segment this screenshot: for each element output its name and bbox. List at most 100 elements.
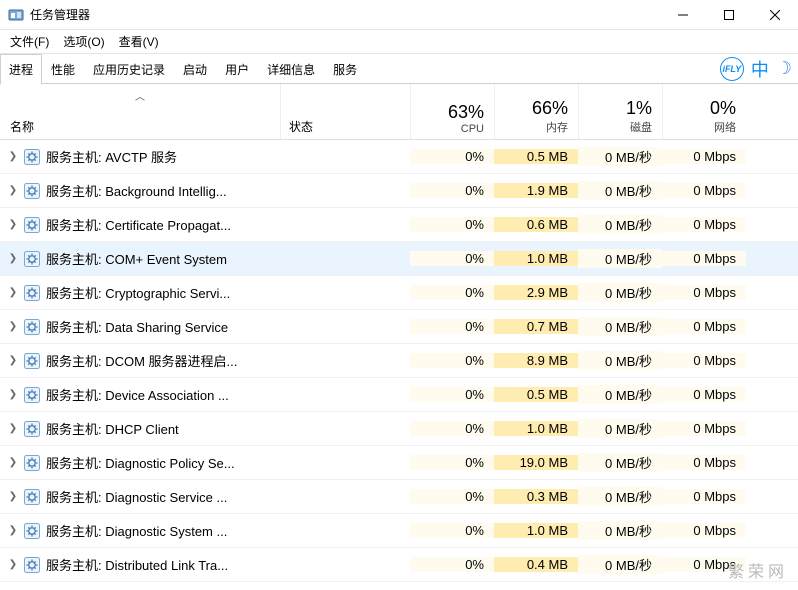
- header-name[interactable]: ︿ 名称: [0, 84, 280, 139]
- cell-net: 0 Mbps: [662, 217, 746, 232]
- service-host-icon: [24, 183, 40, 199]
- table-row[interactable]: ❯服务主机: COM+ Event System0%1.0 MB0 MB/秒0 …: [0, 242, 798, 276]
- expand-icon[interactable]: ❯: [6, 185, 20, 196]
- expand-icon[interactable]: ❯: [6, 457, 20, 468]
- header-net-label: 网络: [714, 119, 736, 135]
- table-row[interactable]: ❯服务主机: Distributed Link Tra...0%0.4 MB0 …: [0, 548, 798, 582]
- service-host-icon: [24, 149, 40, 165]
- tab-services[interactable]: 服务: [324, 54, 366, 84]
- expand-icon[interactable]: ❯: [6, 253, 20, 264]
- cell-cpu: 0%: [410, 149, 494, 164]
- service-host-icon: [24, 319, 40, 335]
- cell-mem: 2.9 MB: [494, 285, 578, 300]
- header-cpu[interactable]: 63% CPU: [410, 84, 494, 139]
- cell-net: 0 Mbps: [662, 251, 746, 266]
- menu-view[interactable]: 查看(V): [113, 31, 165, 52]
- cell-disk: 0 MB/秒: [578, 147, 662, 166]
- table-row[interactable]: ❯服务主机: Background Intellig...0%1.9 MB0 M…: [0, 174, 798, 208]
- ifly-badge[interactable]: iFLY: [720, 57, 744, 81]
- cell-cpu: 0%: [410, 489, 494, 504]
- cell-mem: 0.5 MB: [494, 149, 578, 164]
- tab-users[interactable]: 用户: [216, 54, 258, 84]
- ime-badge[interactable]: 中: [748, 57, 772, 81]
- cell-cpu: 0%: [410, 421, 494, 436]
- menu-options[interactable]: 选项(O): [57, 31, 110, 52]
- cell-net: 0 Mbps: [662, 285, 746, 300]
- header-mem-label: 内存: [546, 119, 568, 135]
- header-net-pct: 0%: [710, 98, 736, 119]
- expand-icon[interactable]: ❯: [6, 423, 20, 434]
- expand-icon[interactable]: ❯: [6, 355, 20, 366]
- cell-disk: 0 MB/秒: [578, 351, 662, 370]
- expand-icon[interactable]: ❯: [6, 287, 20, 298]
- expand-icon[interactable]: ❯: [6, 151, 20, 162]
- cell-cpu: 0%: [410, 319, 494, 334]
- expand-icon[interactable]: ❯: [6, 491, 20, 502]
- cell-mem: 0.3 MB: [494, 489, 578, 504]
- header-status-label: 状态: [289, 118, 313, 135]
- expand-icon[interactable]: ❯: [6, 321, 20, 332]
- table-row[interactable]: ❯服务主机: Diagnostic Policy Se...0%19.0 MB0…: [0, 446, 798, 480]
- tab-performance[interactable]: 性能: [42, 54, 84, 84]
- service-host-icon: [24, 387, 40, 403]
- table-row[interactable]: ❯服务主机: Certificate Propagat...0%0.6 MB0 …: [0, 208, 798, 242]
- cell-disk: 0 MB/秒: [578, 283, 662, 302]
- table-row[interactable]: ❯服务主机: DCOM 服务器进程启...0%8.9 MB0 MB/秒0 Mbp…: [0, 344, 798, 378]
- cell-net: 0 Mbps: [662, 387, 746, 402]
- cell-net: 0 Mbps: [662, 489, 746, 504]
- cell-disk: 0 MB/秒: [578, 419, 662, 438]
- process-list[interactable]: ❯服务主机: AVCTP 服务0%0.5 MB0 MB/秒0 Mbps❯服务主机…: [0, 140, 798, 590]
- expand-icon[interactable]: ❯: [6, 219, 20, 230]
- process-name: 服务主机: COM+ Event System: [46, 249, 227, 268]
- process-name: 服务主机: Data Sharing Service: [46, 317, 228, 336]
- cell-net: 0 Mbps: [662, 455, 746, 470]
- expand-icon[interactable]: ❯: [6, 559, 20, 570]
- cell-net: 0 Mbps: [662, 183, 746, 198]
- tab-apphistory[interactable]: 应用历史记录: [84, 54, 174, 84]
- header-mem[interactable]: 66% 内存: [494, 84, 578, 139]
- table-row[interactable]: ❯服务主机: Device Association ...0%0.5 MB0 M…: [0, 378, 798, 412]
- titlebar: 任务管理器: [0, 0, 798, 30]
- process-name: 服务主机: Device Association ...: [46, 385, 229, 404]
- cell-disk: 0 MB/秒: [578, 555, 662, 574]
- service-host-icon: [24, 285, 40, 301]
- expand-icon[interactable]: ❯: [6, 525, 20, 536]
- cell-net: 0 Mbps: [662, 319, 746, 334]
- table-row[interactable]: ❯服务主机: AVCTP 服务0%0.5 MB0 MB/秒0 Mbps: [0, 140, 798, 174]
- service-host-icon: [24, 523, 40, 539]
- tab-processes[interactable]: 进程: [0, 54, 42, 85]
- expand-icon[interactable]: ❯: [6, 389, 20, 400]
- tab-details[interactable]: 详细信息: [258, 54, 324, 84]
- header-net[interactable]: 0% 网络: [662, 84, 746, 139]
- moon-icon[interactable]: ☽: [776, 58, 792, 79]
- cell-mem: 8.9 MB: [494, 353, 578, 368]
- process-name: 服务主机: Background Intellig...: [46, 181, 227, 200]
- process-name: 服务主机: Distributed Link Tra...: [46, 555, 228, 574]
- header-disk[interactable]: 1% 磁盘: [578, 84, 662, 139]
- cell-cpu: 0%: [410, 251, 494, 266]
- minimize-button[interactable]: [660, 0, 706, 29]
- tab-startup[interactable]: 启动: [174, 54, 216, 84]
- maximize-button[interactable]: [706, 0, 752, 29]
- cell-cpu: 0%: [410, 387, 494, 402]
- header-disk-pct: 1%: [626, 98, 652, 119]
- cell-net: 0 Mbps: [662, 149, 746, 164]
- process-name: 服务主机: DHCP Client: [46, 419, 179, 438]
- cell-cpu: 0%: [410, 285, 494, 300]
- window-title: 任务管理器: [30, 6, 660, 23]
- table-row[interactable]: ❯服务主机: Diagnostic Service ...0%0.3 MB0 M…: [0, 480, 798, 514]
- cell-cpu: 0%: [410, 183, 494, 198]
- menu-file[interactable]: 文件(F): [4, 31, 55, 52]
- service-host-icon: [24, 421, 40, 437]
- close-button[interactable]: [752, 0, 798, 29]
- table-row[interactable]: ❯服务主机: Diagnostic System ...0%1.0 MB0 MB…: [0, 514, 798, 548]
- table-row[interactable]: ❯服务主机: Data Sharing Service0%0.7 MB0 MB/…: [0, 310, 798, 344]
- cell-cpu: 0%: [410, 455, 494, 470]
- cell-cpu: 0%: [410, 217, 494, 232]
- table-row[interactable]: ❯服务主机: DHCP Client0%1.0 MB0 MB/秒0 Mbps: [0, 412, 798, 446]
- header-status[interactable]: 状态: [280, 84, 410, 139]
- service-host-icon: [24, 353, 40, 369]
- table-row[interactable]: ❯服务主机: Cryptographic Servi...0%2.9 MB0 M…: [0, 276, 798, 310]
- service-host-icon: [24, 489, 40, 505]
- service-host-icon: [24, 251, 40, 267]
